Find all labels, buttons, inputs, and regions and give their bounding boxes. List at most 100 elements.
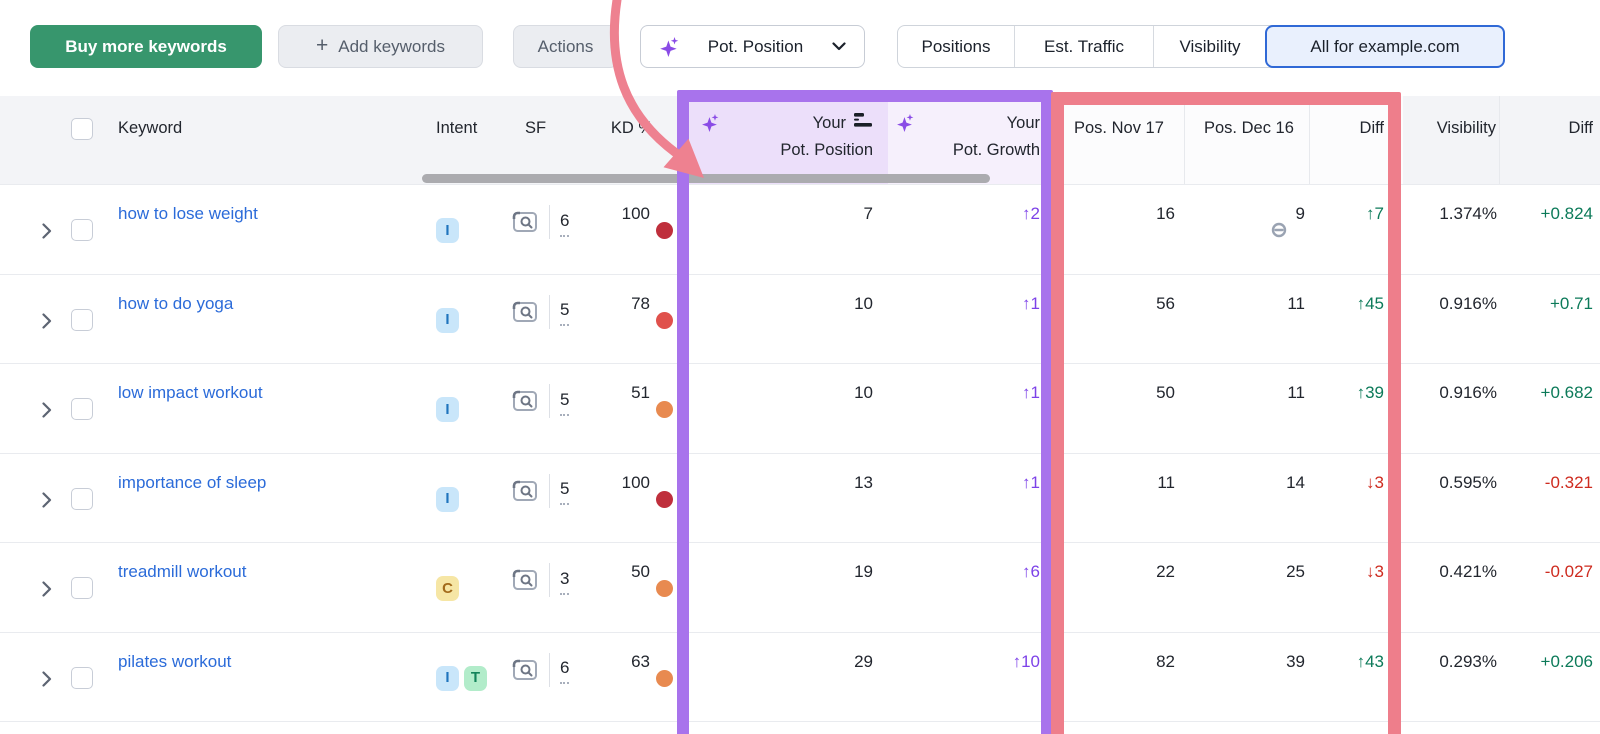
- report-tabs: Positions Est. Traffic Visibility All fo…: [897, 25, 1505, 68]
- tab-positions[interactable]: Positions: [898, 26, 1014, 67]
- chevron-right-icon[interactable]: [42, 670, 52, 687]
- keyword-link[interactable]: how to lose weight: [118, 204, 258, 223]
- sf-divider: [549, 384, 550, 418]
- header-pos-nov-17[interactable]: Pos. Nov 17: [1053, 96, 1185, 184]
- pos-nov-value: 16: [1156, 204, 1175, 223]
- link-icon[interactable]: [1269, 222, 1289, 238]
- header-pos-dec-16[interactable]: Pos. Dec 16: [1185, 96, 1310, 184]
- header-pot-position[interactable]: Your Pot. Position: [677, 96, 888, 184]
- sf-divider: [549, 652, 550, 687]
- row-checkbox-cell: [60, 454, 104, 543]
- tab-all-for-domain[interactable]: All for example.com: [1265, 25, 1505, 68]
- header-position-diff[interactable]: Diff: [1310, 96, 1403, 184]
- visibility-diff-value: -0.027: [1544, 562, 1593, 581]
- chevron-right-icon[interactable]: [42, 581, 52, 597]
- chevron-right-icon[interactable]: [42, 402, 52, 418]
- pos-diff-cell: ↑39: [1310, 364, 1403, 453]
- intent-badges: I: [420, 275, 500, 364]
- pos-dec-value: 14: [1286, 472, 1305, 492]
- intent-badge: C: [436, 576, 459, 601]
- table-row: treadmill workout C 3 50 19 ↑6 22 25 ↓3 …: [0, 542, 1600, 632]
- pot-position-value: 10: [854, 293, 873, 313]
- visibility-diff-cell: +0.71: [1500, 275, 1600, 364]
- serp-features-preview-icon[interactable]: [512, 210, 539, 234]
- sparkles-ai-icon: [897, 114, 914, 132]
- keyword-link[interactable]: importance of sleep: [118, 473, 266, 492]
- sf-count[interactable]: 6: [560, 208, 570, 237]
- kd-value: 78: [631, 293, 650, 313]
- metric-dropdown[interactable]: Pot. Position: [640, 25, 865, 68]
- kd-dot: [656, 580, 673, 597]
- sf-cell: 5: [500, 454, 600, 516]
- serp-features-preview-icon[interactable]: [512, 658, 539, 682]
- table-header: Keyword Intent SF KD % Your Pot. Positio…: [0, 96, 1600, 184]
- row-expander-cell: [0, 275, 60, 364]
- tab-est-traffic[interactable]: Est. Traffic: [1014, 26, 1153, 67]
- sf-count[interactable]: 3: [560, 566, 570, 595]
- pos-diff-value: ↑43: [1356, 651, 1384, 671]
- buy-more-keywords-button[interactable]: Buy more keywords: [30, 25, 262, 68]
- sf-count[interactable]: 5: [560, 387, 570, 416]
- sf-count[interactable]: 6: [560, 655, 570, 684]
- pos-dec-value: 11: [1287, 293, 1305, 313]
- tab-visibility[interactable]: Visibility: [1153, 26, 1266, 67]
- serp-features-preview-icon[interactable]: [512, 300, 539, 324]
- row-checkbox[interactable]: [71, 666, 93, 689]
- serp-features-preview-icon[interactable]: [512, 568, 539, 592]
- pot-growth-value: ↑1: [1022, 472, 1040, 492]
- visibility-value: 0.595%: [1439, 472, 1497, 492]
- keyword-cell: how to do yoga: [104, 275, 420, 364]
- chevron-right-icon[interactable]: [42, 223, 52, 239]
- chevron-right-icon[interactable]: [42, 312, 52, 329]
- visibility-cell: 0.595%: [1403, 454, 1500, 543]
- pos-nov-cell: 82: [1053, 633, 1185, 722]
- row-checkbox[interactable]: [71, 398, 93, 420]
- kd-dot: [656, 669, 673, 687]
- intent-badge: I: [436, 218, 459, 243]
- pos-nov-value: 22: [1156, 562, 1175, 581]
- row-checkbox[interactable]: [71, 487, 93, 510]
- serp-features-preview-icon[interactable]: [512, 479, 539, 503]
- keyword-link[interactable]: how to do yoga: [118, 294, 233, 313]
- row-checkbox[interactable]: [71, 219, 93, 241]
- visibility-diff-cell: +0.682: [1500, 364, 1600, 453]
- keyword-link[interactable]: treadmill workout: [118, 562, 247, 581]
- keyword-link[interactable]: low impact workout: [118, 383, 263, 402]
- header-pot-growth[interactable]: Your Pot. Growth: [888, 96, 1053, 184]
- header-pot-growth-line1: Your: [1006, 114, 1040, 132]
- row-expander-cell: [0, 543, 60, 632]
- row-checkbox[interactable]: [71, 577, 93, 599]
- pot-position-value: 19: [854, 562, 873, 581]
- sparkles-ai-icon: [660, 36, 679, 57]
- pot-position-cell: 13: [677, 454, 888, 543]
- pos-nov-cell: 50: [1053, 364, 1185, 453]
- pos-nov-value: 82: [1156, 651, 1175, 671]
- horizontal-scrollbar[interactable]: [422, 174, 990, 183]
- table-row: pilates workout IT 6 63 29 ↑10 82 39 ↑43…: [0, 631, 1600, 722]
- add-keywords-button[interactable]: + Add keywords: [278, 25, 483, 68]
- header-visibility-diff[interactable]: Diff: [1500, 96, 1600, 184]
- chevron-right-icon[interactable]: [42, 491, 52, 508]
- sparkles-ai-icon: [702, 114, 719, 132]
- row-checkbox-cell: [60, 275, 104, 364]
- select-all-checkbox[interactable]: [71, 118, 93, 140]
- header-visibility[interactable]: Visibility: [1403, 96, 1500, 184]
- sf-count[interactable]: 5: [560, 297, 570, 326]
- row-checkbox[interactable]: [71, 308, 93, 331]
- header-intent[interactable]: Intent: [420, 96, 500, 184]
- pot-position-value: 13: [854, 472, 873, 492]
- intent-badges: I: [420, 185, 500, 274]
- visibility-cell: 0.293%: [1403, 633, 1500, 722]
- actions-button[interactable]: Actions: [513, 25, 618, 68]
- header-sf[interactable]: SF: [500, 96, 600, 184]
- header-keyword[interactable]: Keyword: [104, 96, 420, 184]
- visibility-value: 0.421%: [1439, 562, 1497, 581]
- serp-features-preview-icon[interactable]: [512, 389, 539, 413]
- visibility-cell: 0.916%: [1403, 364, 1500, 453]
- keyword-link[interactable]: pilates workout: [118, 652, 231, 671]
- pot-growth-cell: ↑1: [888, 275, 1053, 364]
- header-kd[interactable]: KD %: [600, 96, 677, 184]
- sf-count[interactable]: 5: [560, 476, 570, 505]
- header-pot-position-line1: Your: [812, 114, 846, 132]
- intent-badge: T: [464, 665, 487, 691]
